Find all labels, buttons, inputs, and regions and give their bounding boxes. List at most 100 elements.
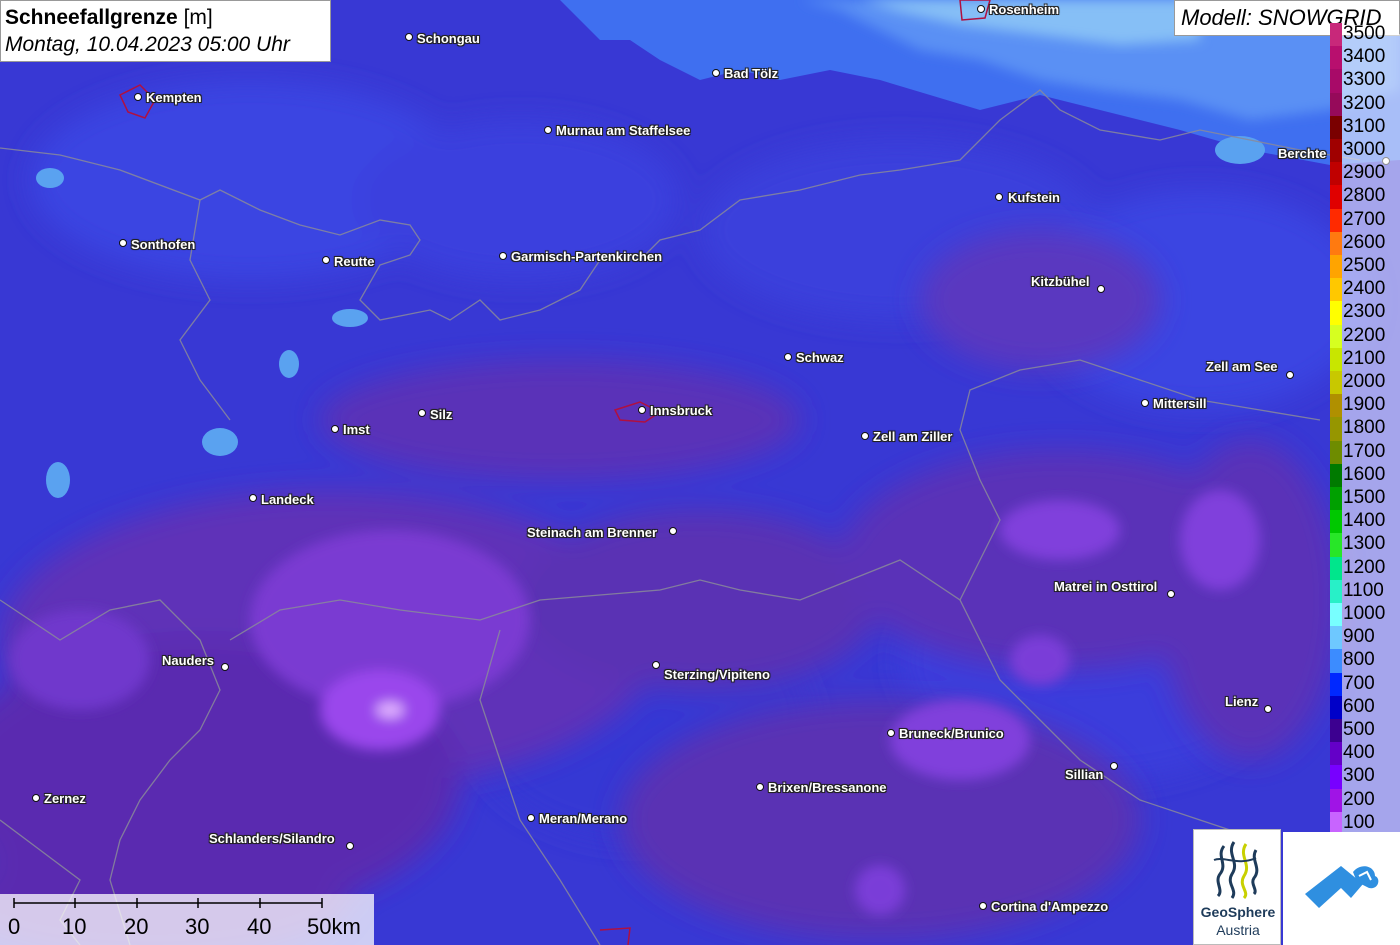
legend-row: 2500 bbox=[1330, 255, 1400, 279]
geosphere-emblem-icon bbox=[1213, 841, 1259, 900]
legend-row: 200 bbox=[1330, 788, 1400, 812]
city-label: Meran/Merano bbox=[539, 811, 628, 826]
legend-row: 1100 bbox=[1330, 579, 1400, 603]
city-marker-icon[interactable] bbox=[346, 842, 354, 850]
map-title-line: Schneefallgrenze [m] bbox=[5, 4, 326, 32]
legend-row: 900 bbox=[1330, 626, 1400, 650]
city-label: Kitzbühel bbox=[1031, 274, 1090, 289]
city-marker-icon[interactable] bbox=[499, 252, 507, 260]
city-marker-icon[interactable] bbox=[221, 663, 229, 671]
city-marker-icon[interactable] bbox=[331, 425, 339, 433]
city-marker-icon[interactable] bbox=[652, 661, 660, 669]
city-marker-icon[interactable] bbox=[544, 126, 552, 134]
scale-label: 50km bbox=[307, 914, 361, 939]
city-marker-icon[interactable] bbox=[418, 409, 426, 417]
city-marker-icon[interactable] bbox=[638, 406, 646, 414]
scale-label: 0 bbox=[8, 914, 21, 939]
city-marker-icon[interactable] bbox=[249, 494, 257, 502]
legend-row: 3300 bbox=[1330, 69, 1400, 93]
legend-row: 1000 bbox=[1330, 603, 1400, 627]
geosphere-country: Austria bbox=[1216, 922, 1260, 938]
legend-label: 2400 bbox=[1343, 278, 1386, 300]
legend-swatch bbox=[1330, 92, 1342, 116]
city-label: Kempten bbox=[146, 90, 202, 105]
map-title-box: Schneefallgrenze [m] Montag, 10.04.2023 … bbox=[0, 0, 331, 62]
legend-swatch bbox=[1330, 556, 1342, 580]
scale-label: 40 bbox=[247, 914, 272, 939]
city-marker-icon[interactable] bbox=[322, 256, 330, 264]
legend-label: 2300 bbox=[1343, 301, 1386, 323]
city-label: Mittersill bbox=[1153, 396, 1207, 411]
legend-swatch bbox=[1330, 742, 1342, 766]
city-marker-icon[interactable] bbox=[405, 33, 413, 41]
scale-bar: 0 10 20 30 40 50km bbox=[0, 894, 374, 945]
legend-label: 2100 bbox=[1343, 347, 1386, 369]
legend-row: 1700 bbox=[1330, 440, 1400, 464]
city-marker-icon[interactable] bbox=[977, 5, 985, 13]
legend-label: 1200 bbox=[1343, 556, 1386, 578]
city-marker-icon[interactable] bbox=[756, 783, 764, 791]
legend-swatch bbox=[1330, 115, 1342, 139]
city-marker-icon[interactable] bbox=[784, 353, 792, 361]
legend-swatch bbox=[1330, 626, 1342, 650]
legend-swatch bbox=[1330, 139, 1342, 163]
city-marker-icon[interactable] bbox=[1286, 371, 1294, 379]
city-label: Rosenheim bbox=[989, 2, 1060, 17]
city-label: Murnau am Staffelsee bbox=[556, 123, 691, 138]
city-marker-icon[interactable] bbox=[669, 527, 677, 535]
legend-swatch bbox=[1330, 185, 1342, 209]
legend-row: 3100 bbox=[1330, 115, 1400, 139]
city-marker-icon[interactable] bbox=[887, 729, 895, 737]
city-marker-icon[interactable] bbox=[527, 814, 535, 822]
legend-row: 2400 bbox=[1330, 278, 1400, 302]
legend-row: 2100 bbox=[1330, 347, 1400, 371]
legend-swatch bbox=[1330, 672, 1342, 696]
city-marker-icon[interactable] bbox=[712, 69, 720, 77]
city-label: Imst bbox=[343, 422, 370, 437]
legend-row: 1600 bbox=[1330, 463, 1400, 487]
legend-label: 3300 bbox=[1343, 69, 1386, 91]
legend-row: 600 bbox=[1330, 695, 1400, 719]
legend-row: 3400 bbox=[1330, 46, 1400, 70]
city-label: Garmisch-Partenkirchen bbox=[511, 249, 663, 264]
city-marker-icon[interactable] bbox=[1141, 399, 1149, 407]
legend-row: 1900 bbox=[1330, 394, 1400, 418]
geosphere-name: GeoSphere bbox=[1200, 904, 1276, 920]
legend-swatch bbox=[1330, 255, 1342, 279]
city-marker-icon[interactable] bbox=[1167, 590, 1175, 598]
city-marker-icon[interactable] bbox=[979, 902, 987, 910]
legend-row: 800 bbox=[1330, 649, 1400, 673]
legend-row: 1300 bbox=[1330, 533, 1400, 557]
city-marker-icon[interactable] bbox=[119, 239, 127, 247]
city-marker-icon[interactable] bbox=[861, 432, 869, 440]
legend-swatch bbox=[1330, 463, 1342, 487]
city-marker-icon[interactable] bbox=[1097, 285, 1105, 293]
legend-swatch bbox=[1330, 69, 1342, 93]
city-marker-icon[interactable] bbox=[1110, 762, 1118, 770]
city-marker-icon[interactable] bbox=[1264, 705, 1272, 713]
legend-row: 400 bbox=[1330, 742, 1400, 766]
city-label: Nauders bbox=[162, 653, 215, 668]
legend-swatch bbox=[1330, 278, 1342, 302]
map-title: Schneefallgrenze bbox=[5, 6, 178, 29]
legend-label: 700 bbox=[1343, 672, 1375, 694]
legend-label: 1900 bbox=[1343, 394, 1386, 416]
geosphere-logo[interactable]: GeoSphere Austria bbox=[1193, 829, 1281, 945]
city-label: Sonthofen bbox=[131, 237, 196, 252]
city-label: Schlanders/Silandro bbox=[209, 831, 335, 846]
city-label: Schwaz bbox=[796, 350, 844, 365]
city-label: Sterzing/Vipiteno bbox=[664, 667, 770, 682]
snowfall-line-map[interactable] bbox=[0, 0, 1400, 945]
partner-logo[interactable] bbox=[1283, 832, 1400, 945]
legend-label: 400 bbox=[1343, 742, 1375, 764]
legend-row: 2700 bbox=[1330, 208, 1400, 232]
city-label: Zell am Ziller bbox=[873, 429, 953, 444]
legend-swatch bbox=[1330, 301, 1342, 325]
legend-swatch bbox=[1330, 695, 1342, 719]
city-marker-icon[interactable] bbox=[995, 193, 1003, 201]
legend-label: 300 bbox=[1343, 765, 1375, 787]
city-marker-icon[interactable] bbox=[32, 794, 40, 802]
legend-row: 1800 bbox=[1330, 417, 1400, 441]
city-marker-icon[interactable] bbox=[134, 93, 142, 101]
legend-label: 500 bbox=[1343, 719, 1375, 740]
